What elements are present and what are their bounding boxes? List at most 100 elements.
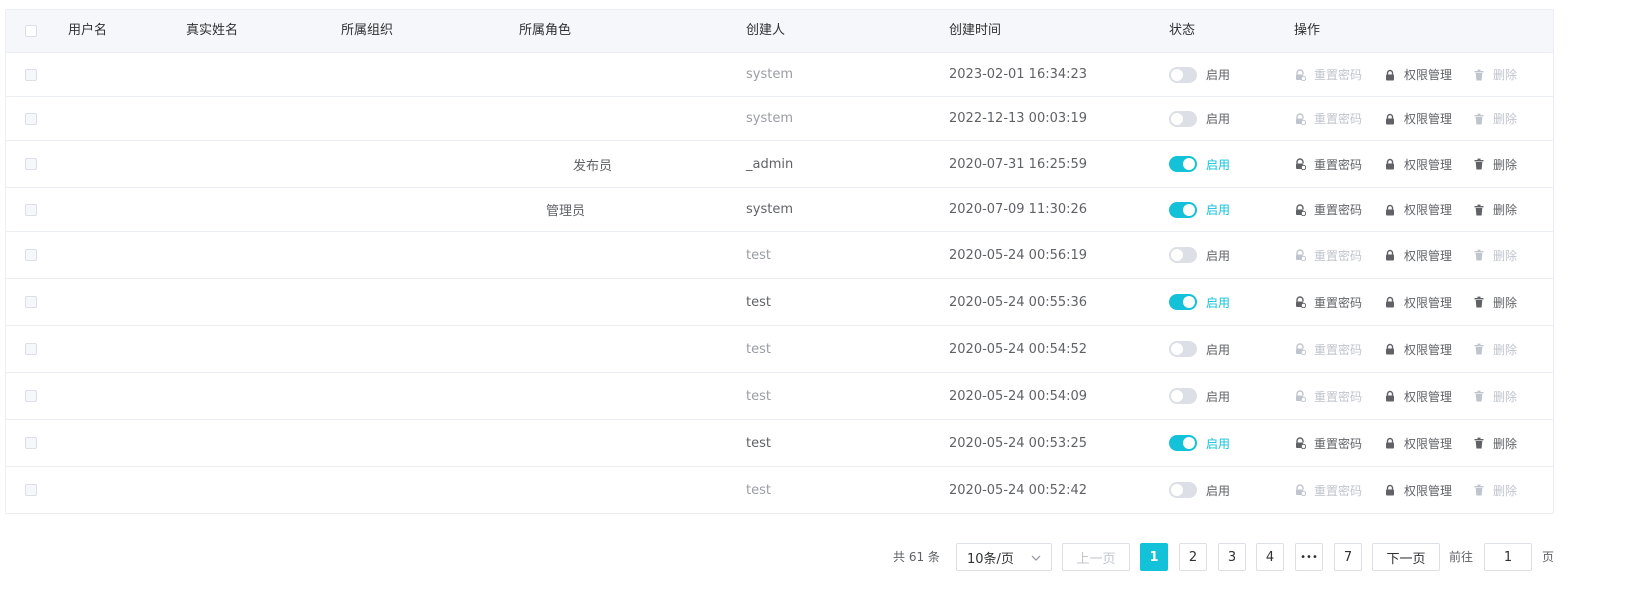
page-size-select[interactable]: 10条/页	[956, 543, 1052, 571]
delete-action[interactable]: 删除	[1473, 188, 1517, 231]
permission-label: 权限管理	[1404, 483, 1453, 498]
delete-action[interactable]: 删除	[1473, 326, 1517, 372]
created-time-cell: 2020-05-24 00:56:19	[949, 247, 1088, 263]
row-checkbox[interactable]	[25, 53, 37, 96]
delete-action[interactable]: 删除	[1473, 232, 1517, 278]
status-switch[interactable]	[1169, 247, 1197, 263]
permission-action[interactable]: 权限管理	[1384, 373, 1452, 419]
reset-password-label: 重置密码	[1314, 112, 1363, 126]
status-cell: 启用	[1169, 53, 1230, 96]
created-time-cell: 2020-07-09 11:30:26	[949, 202, 1088, 217]
reset-password-action[interactable]: 重置密码	[1294, 420, 1362, 466]
reset-password-action[interactable]: 重置密码	[1294, 279, 1362, 325]
page-button-4[interactable]: 4	[1256, 543, 1284, 571]
table-row: 发布员 _admin 2020-07-31 16:25:59 启用 重置密码 权限管理 删除	[6, 141, 1553, 188]
goto-page-input[interactable]: 1	[1484, 543, 1532, 571]
created-time-cell: 2020-07-31 16:25:59	[949, 156, 1088, 172]
page-button-2[interactable]: 2	[1179, 543, 1207, 571]
row-checkbox[interactable]	[25, 188, 37, 231]
delete-action[interactable]: 删除	[1473, 97, 1517, 140]
row-checkbox[interactable]	[25, 279, 37, 325]
created-time-cell: 2022-12-13 00:03:19	[949, 111, 1088, 126]
status-label: 启用	[1206, 436, 1231, 451]
reset-password-action[interactable]: 重置密码	[1294, 141, 1362, 187]
table-row: system 2022-12-13 00:03:19 启用 重置密码 权限管理 删除	[6, 97, 1553, 141]
row-checkbox[interactable]	[25, 373, 37, 419]
status-switch[interactable]	[1169, 66, 1197, 83]
delete-action[interactable]: 删除	[1473, 279, 1517, 325]
status-label: 启用	[1206, 112, 1231, 126]
prev-page-button[interactable]: 上一页	[1062, 543, 1130, 571]
select-all-checkbox[interactable]	[25, 25, 37, 37]
status-switch[interactable]	[1169, 156, 1197, 172]
status-cell: 启用	[1169, 326, 1230, 372]
row-checkbox[interactable]	[25, 97, 37, 140]
delete-action[interactable]: 删除	[1473, 420, 1517, 466]
delete-action[interactable]: 删除	[1473, 141, 1517, 187]
row-checkbox[interactable]	[25, 326, 37, 372]
status-switch[interactable]	[1169, 294, 1197, 310]
trash-icon	[1473, 437, 1493, 449]
status-switch[interactable]	[1169, 388, 1197, 404]
status-switch[interactable]	[1169, 201, 1197, 218]
reset-password-label: 重置密码	[1314, 483, 1363, 498]
status-label: 启用	[1206, 389, 1231, 404]
table-row: system 2023-02-01 16:34:23 启用 重置密码 权限管理 删除	[6, 53, 1553, 97]
permission-label: 权限管理	[1404, 112, 1453, 126]
delete-action[interactable]: 删除	[1473, 53, 1517, 96]
status-switch[interactable]	[1169, 435, 1197, 451]
status-cell: 启用	[1169, 373, 1230, 419]
trash-icon	[1473, 69, 1493, 81]
page-button-1[interactable]: 1	[1140, 543, 1168, 571]
delete-action[interactable]: 删除	[1473, 373, 1517, 419]
reset-password-action[interactable]: 重置密码	[1294, 373, 1362, 419]
permission-action[interactable]: 权限管理	[1384, 232, 1452, 278]
permission-action[interactable]: 权限管理	[1384, 53, 1452, 96]
row-checkbox[interactable]	[25, 232, 37, 278]
reset-password-action[interactable]: 重置密码	[1294, 232, 1362, 278]
status-switch[interactable]	[1169, 110, 1197, 127]
status-switch[interactable]	[1169, 482, 1197, 498]
reset-password-action[interactable]: 重置密码	[1294, 53, 1362, 96]
page-button-7[interactable]: 7	[1334, 543, 1362, 571]
permission-action[interactable]: 权限管理	[1384, 279, 1452, 325]
row-checkbox[interactable]	[25, 141, 37, 187]
next-page-button[interactable]: 下一页	[1372, 543, 1440, 571]
permission-action[interactable]: 权限管理	[1384, 141, 1452, 187]
creator-cell: _admin	[746, 156, 794, 172]
lock-reset-icon	[1294, 112, 1314, 125]
permission-label: 权限管理	[1404, 248, 1453, 263]
delete-action[interactable]: 删除	[1473, 467, 1517, 513]
permission-action[interactable]: 权限管理	[1384, 188, 1452, 231]
lock-icon	[1384, 343, 1404, 355]
created-time-cell: 2020-05-24 00:53:25	[949, 435, 1088, 451]
reset-password-action[interactable]: 重置密码	[1294, 467, 1362, 513]
header-realname: 真实姓名	[186, 23, 239, 38]
created-time-cell: 2020-05-24 00:54:52	[949, 341, 1088, 357]
lock-icon	[1384, 204, 1404, 216]
status-label: 启用	[1206, 342, 1231, 357]
permission-action[interactable]: 权限管理	[1384, 420, 1452, 466]
lock-icon	[1384, 437, 1404, 449]
permission-action[interactable]: 权限管理	[1384, 326, 1452, 372]
page-ellipsis-button[interactable]: •••	[1295, 543, 1323, 571]
row-checkbox[interactable]	[25, 420, 37, 466]
reset-password-action[interactable]: 重置密码	[1294, 97, 1362, 140]
delete-label: 删除	[1493, 68, 1518, 82]
reset-password-action[interactable]: 重置密码	[1294, 188, 1362, 231]
page-button-3[interactable]: 3	[1218, 543, 1246, 571]
lock-reset-icon	[1294, 484, 1314, 496]
header-status: 状态	[1169, 23, 1196, 38]
lock-reset-icon	[1294, 158, 1314, 170]
table-row: test 2020-05-24 00:53:25 启用 重置密码 权限管理 删除	[6, 420, 1553, 467]
role-cell: 管理员	[546, 204, 586, 219]
permission-action[interactable]: 权限管理	[1384, 467, 1452, 513]
permission-action[interactable]: 权限管理	[1384, 97, 1452, 140]
reset-password-label: 重置密码	[1314, 342, 1363, 357]
reset-password-action[interactable]: 重置密码	[1294, 326, 1362, 372]
table-header: 用户名 真实姓名 所属组织 所属角色 创建人 创建时间 状态 操作	[6, 10, 1553, 53]
lock-reset-icon	[1294, 203, 1314, 216]
row-checkbox[interactable]	[25, 467, 37, 513]
status-switch[interactable]	[1169, 341, 1197, 357]
lock-icon	[1384, 158, 1404, 170]
